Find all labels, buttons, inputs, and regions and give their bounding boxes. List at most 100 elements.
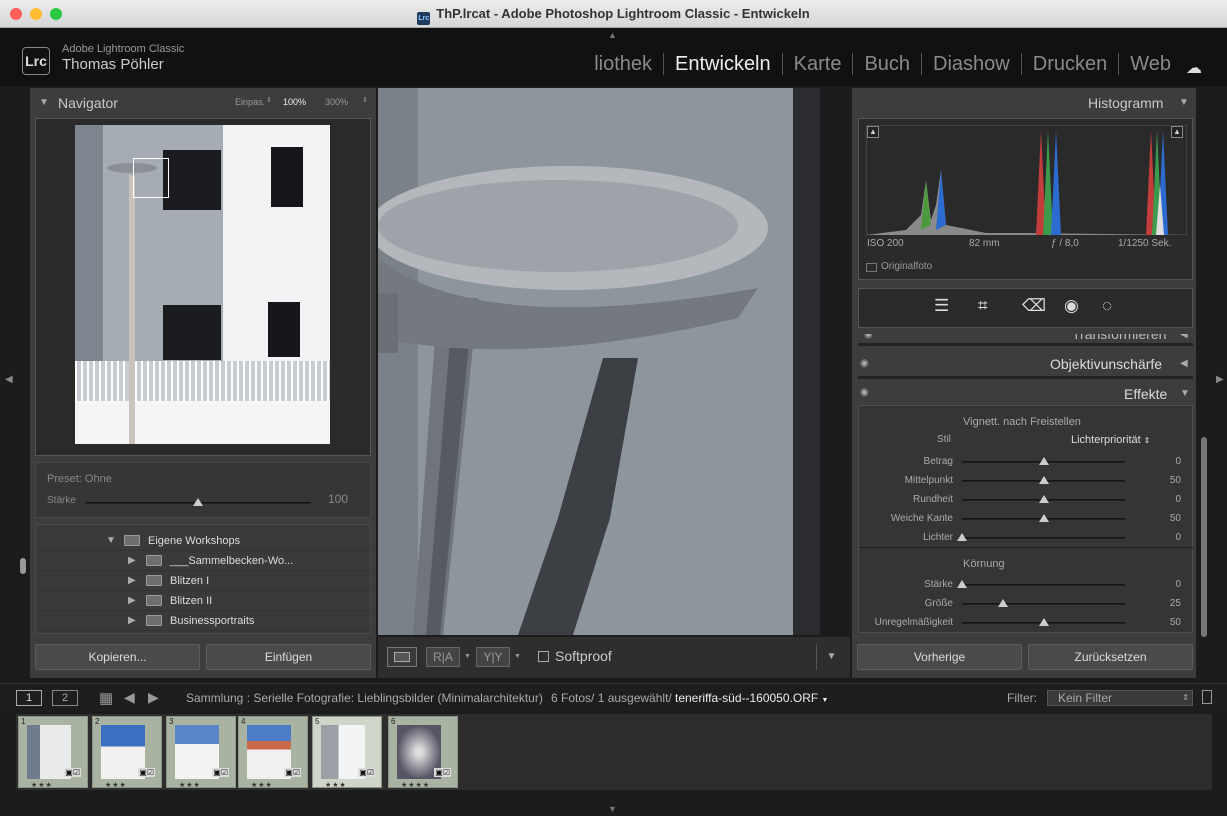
highlight-clipping-toggle-icon[interactable]: ▲ [1171, 126, 1183, 138]
secondary-window-button[interactable]: 2 [52, 690, 78, 706]
panel-collapsed-icon[interactable]: ◀ [1180, 358, 1188, 369]
vignette-slider-thumb[interactable] [957, 533, 967, 541]
vignette-slider-thumb[interactable] [1038, 476, 1049, 484]
navigator-thumbnail[interactable] [75, 125, 330, 444]
before-after-button[interactable]: R|A [426, 647, 460, 667]
panel-visibility-eye-icon[interactable]: ◉ [860, 358, 869, 369]
lens-blur-panel-header[interactable]: ◉ Objektivunschärfe ◀ [858, 353, 1193, 379]
module-book[interactable]: Buch [852, 53, 921, 75]
collapse-bottom-panel-icon[interactable]: ▼ [608, 804, 617, 814]
star-rating[interactable]: ★★★ [179, 781, 201, 789]
softproof-checkbox[interactable] [538, 651, 549, 662]
module-print[interactable]: Drucken [1020, 53, 1118, 75]
folder-row-blitzen-2[interactable]: ▶ Blitzen II [36, 591, 370, 611]
filmstrip-source[interactable]: Sammlung : Serielle Fotografie: Liebling… [186, 691, 543, 705]
vignette-slider-thumb[interactable] [1038, 514, 1049, 522]
filmstrip-thumbnail[interactable]: 2 ▣☑ ★★★ [92, 716, 162, 789]
star-rating[interactable]: ★★★ [251, 781, 273, 789]
grain-slider-value[interactable]: 0 [1151, 579, 1181, 590]
panel-collapsed-icon[interactable]: ◀ [1180, 334, 1188, 340]
develop-image-view[interactable] [378, 88, 850, 635]
paste-settings-button[interactable]: Einfügen [206, 644, 371, 670]
copy-settings-button[interactable]: Kopieren... [35, 644, 200, 670]
grain-slider-track[interactable] [962, 584, 1125, 586]
histogram-panel[interactable]: ▲ ▲ ISO 200 82 mm ƒ / 8,0 1/1250 Sek. Or… [858, 118, 1193, 280]
primary-window-button[interactable]: 1 [16, 690, 42, 706]
before-after-dropdown-icon[interactable]: ▼ [464, 653, 471, 660]
vignette-style-dropdown[interactable]: Lichterpriorität ⇕ [1071, 434, 1150, 446]
folder-row-sammelbecken[interactable]: ▶ ___Sammelbecken-Wo... [36, 551, 370, 571]
navigator-collapse-icon[interactable]: ▼ [39, 97, 49, 108]
histogram-graph[interactable] [866, 125, 1187, 235]
folder-row-blitzen-1[interactable]: ▶ Blitzen I [36, 571, 370, 591]
filter-lock-icon[interactable] [1202, 690, 1212, 704]
shadow-clipping-toggle-icon[interactable]: ▲ [867, 126, 879, 138]
grain-slider-thumb[interactable] [957, 580, 967, 588]
zoom-ratio-stepper-icon[interactable]: ⇕ [362, 96, 368, 104]
masking-icon[interactable]: ◌ [1102, 296, 1112, 316]
star-rating[interactable]: ★★★ [105, 781, 127, 789]
folder-collapsed-icon[interactable]: ▶ [128, 615, 136, 626]
grain-slider-value[interactable]: 25 [1151, 598, 1181, 609]
histogram-collapse-icon[interactable]: ▼ [1179, 97, 1189, 108]
loupe-view-button[interactable] [387, 647, 417, 667]
panel-visibility-eye-icon[interactable]: ◉ [864, 334, 873, 340]
folder-collapsed-icon[interactable]: ▶ [128, 595, 136, 606]
vignette-slider-value[interactable]: 0 [1151, 532, 1181, 543]
zoom-fit-option[interactable]: Einpas. [235, 97, 265, 107]
collapse-right-panel-icon[interactable]: ▶ [1216, 374, 1224, 385]
original-photo-checkbox[interactable] [866, 263, 877, 272]
filmstrip-thumbnail[interactable]: 1 ▣☑ ★★★ [18, 716, 88, 789]
module-web[interactable]: Web [1118, 53, 1182, 75]
reset-button[interactable]: Zurücksetzen [1028, 644, 1193, 670]
filmstrip-thumbnail[interactable]: 5 ▣☑ ★★★ [312, 716, 382, 789]
folder-collapsed-icon[interactable]: ▶ [128, 575, 136, 586]
healing-eraser-icon[interactable]: ⌫ [1022, 296, 1046, 316]
vignette-slider-track[interactable] [962, 537, 1125, 539]
grain-slider-thumb[interactable] [997, 599, 1008, 607]
filmstrip-filename[interactable]: teneriffa-süd--160050.ORF ▼ [675, 691, 828, 705]
panel-visibility-eye-icon[interactable]: ◉ [860, 387, 869, 398]
module-slideshow[interactable]: Diashow [921, 53, 1021, 75]
module-library[interactable]: liothek [583, 53, 663, 75]
grain-slider-thumb[interactable] [1038, 618, 1049, 626]
vignette-slider-thumb[interactable] [1038, 457, 1049, 465]
folder-collapsed-icon[interactable]: ▶ [128, 555, 136, 566]
edit-sliders-icon[interactable]: ☰ [934, 296, 949, 316]
transform-panel-header[interactable]: Transformieren ◉ ◀ [858, 334, 1193, 346]
filter-dropdown[interactable]: Kein Filter ⇕ [1047, 690, 1193, 706]
star-rating[interactable]: ★★★ [325, 781, 347, 789]
star-rating[interactable]: ★★★ [31, 781, 53, 789]
zoom-fit-stepper-icon[interactable]: ⇕ [266, 96, 272, 104]
filmstrip-thumbnail[interactable]: 3 ▣☑ ★★★ [166, 716, 236, 789]
collapse-top-panel-icon[interactable]: ▲ [608, 30, 617, 40]
previous-settings-button[interactable]: Vorherige [857, 644, 1022, 670]
zoom-100-option[interactable]: 100% [283, 97, 306, 107]
module-map[interactable]: Karte [781, 53, 853, 75]
module-develop[interactable]: Entwickeln [663, 53, 782, 75]
forward-arrow-icon[interactable]: ▶ [148, 689, 159, 706]
vignette-slider-value[interactable]: 0 [1151, 456, 1181, 467]
vignette-slider-thumb[interactable] [1038, 495, 1049, 503]
toolbar-options-dropdown-icon[interactable]: ▼ [816, 644, 846, 670]
cloud-sync-icon[interactable]: ☁ [1186, 58, 1202, 78]
vignette-slider-value[interactable]: 50 [1151, 513, 1181, 524]
zoom-300-option[interactable]: 300% [325, 97, 348, 107]
back-arrow-icon[interactable]: ◀ [124, 689, 135, 706]
split-dropdown-icon[interactable]: ▼ [514, 653, 521, 660]
star-rating[interactable]: ★★★★ [401, 781, 430, 789]
navigator-view-rectangle[interactable] [133, 158, 169, 198]
grain-slider-track[interactable] [962, 603, 1125, 605]
panel-expanded-icon[interactable]: ▼ [1180, 388, 1190, 399]
right-panel-scrollbar[interactable] [1201, 437, 1207, 637]
filmstrip-thumbnail[interactable]: 4 ▣☑ ★★★ [238, 716, 308, 789]
left-panel-scrollbar[interactable] [20, 558, 26, 574]
folder-expand-icon[interactable]: ▼ [106, 535, 116, 546]
folder-row-eigene-workshops[interactable]: ▼ Eigene Workshops [36, 531, 370, 551]
grid-view-icon[interactable]: ▦ [99, 689, 113, 707]
grain-slider-value[interactable]: 50 [1151, 617, 1181, 628]
main-photo[interactable] [378, 88, 850, 635]
vignette-slider-value[interactable]: 50 [1151, 475, 1181, 486]
collapse-left-panel-icon[interactable]: ◀ [5, 374, 13, 385]
folder-row-businessportraits[interactable]: ▶ Businessportraits [36, 611, 370, 631]
